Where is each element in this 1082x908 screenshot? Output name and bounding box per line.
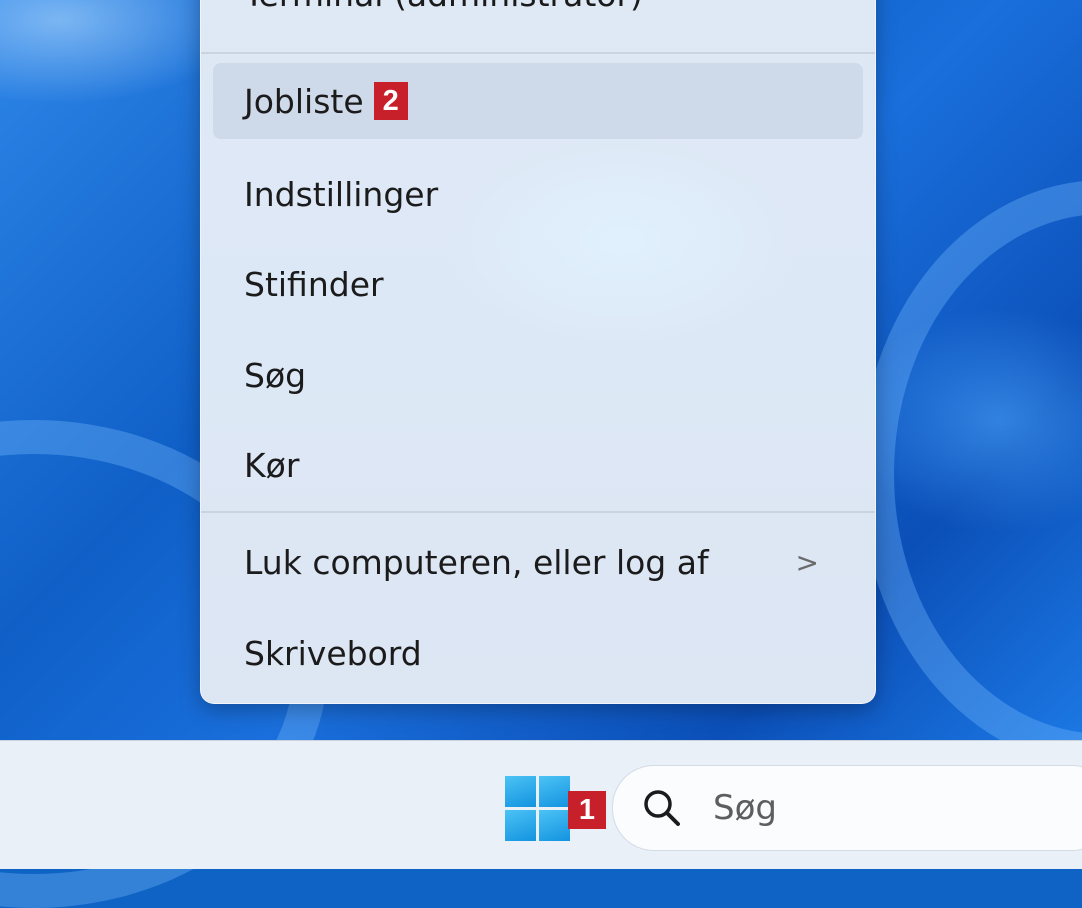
- menu-item-label: Skrivebord: [244, 633, 422, 673]
- menu-item-task-manager[interactable]: Jobliste 2: [213, 63, 863, 139]
- menu-item-label: Stifinder: [244, 264, 384, 304]
- menu-item-file-explorer[interactable]: Stifinder: [213, 246, 863, 322]
- menu-item-label: Jobliste: [244, 81, 364, 121]
- menu-divider: [201, 52, 875, 54]
- menu-item-label: Terminal (administrator): [244, 0, 643, 14]
- menu-item-label: Søg: [244, 355, 307, 395]
- menu-item-label: Luk computeren, eller log af: [244, 542, 709, 582]
- menu-item-terminal-admin[interactable]: Terminal (administrator): [213, 0, 863, 32]
- chevron-right-icon: >: [795, 545, 819, 579]
- menu-item-search[interactable]: Søg: [213, 337, 863, 413]
- menu-item-desktop[interactable]: Skrivebord: [213, 615, 863, 691]
- callout-badge-2: 2: [373, 82, 408, 120]
- menu-item-label: Indstillinger: [244, 174, 439, 214]
- callout-badge-1: 1: [568, 791, 606, 829]
- search-icon: [644, 790, 680, 826]
- menu-item-run[interactable]: Kør: [213, 427, 863, 503]
- taskbar-search-box[interactable]: Søg: [612, 765, 1082, 851]
- windows-logo-icon[interactable]: [505, 776, 570, 841]
- menu-divider: [201, 511, 875, 513]
- taskbar: 1 Søg: [0, 740, 1082, 869]
- menu-item-shutdown-signout[interactable]: Luk computeren, eller log af >: [213, 524, 863, 600]
- menu-item-label: Kør: [244, 445, 300, 485]
- quick-link-menu: Terminal (administrator) Jobliste 2 Inds…: [200, 0, 876, 704]
- search-placeholder: Søg: [713, 788, 777, 828]
- menu-item-settings[interactable]: Indstillinger: [213, 156, 863, 232]
